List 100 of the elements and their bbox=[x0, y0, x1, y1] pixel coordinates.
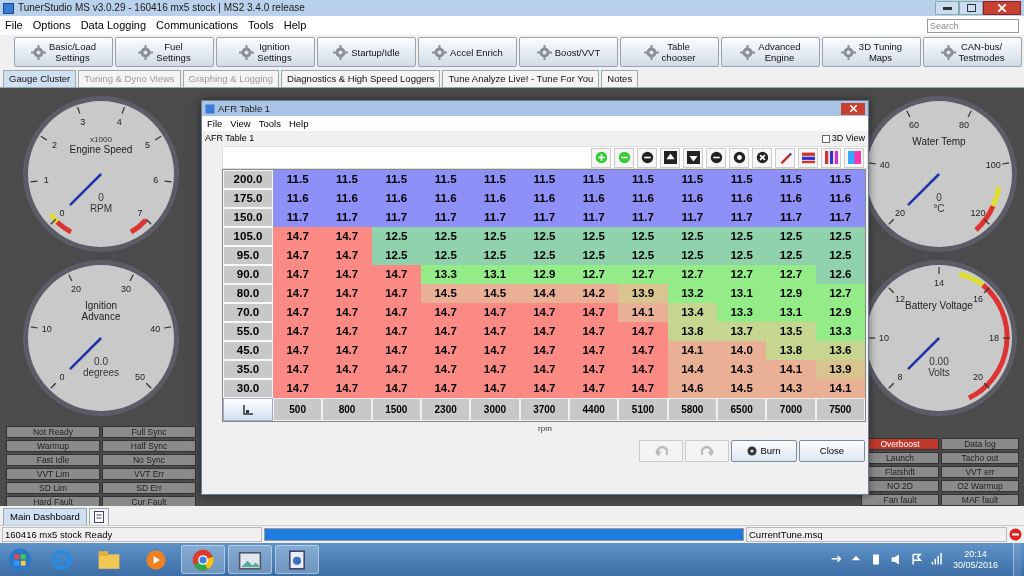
table-cell[interactable]: 11.7 bbox=[667, 208, 717, 227]
table-cell[interactable]: 14.7 bbox=[569, 303, 619, 322]
toolbar-button[interactable] bbox=[729, 147, 749, 168]
table-cell[interactable]: 11.6 bbox=[371, 189, 421, 208]
toolbar-button[interactable]: Ignition Settings bbox=[216, 37, 315, 67]
table-cell[interactable]: 14.7 bbox=[273, 341, 323, 360]
table-cell[interactable]: 11.7 bbox=[569, 208, 619, 227]
toolbar-button[interactable] bbox=[683, 147, 703, 168]
table-cell[interactable]: 12.9 bbox=[815, 303, 865, 322]
table-cell[interactable]: 14.3 bbox=[766, 379, 816, 398]
table-cell[interactable]: 11.5 bbox=[815, 170, 865, 189]
table-cell[interactable]: 14.4 bbox=[667, 360, 717, 379]
table-cell[interactable]: 13.4 bbox=[667, 303, 717, 322]
table-cell[interactable]: 13.3 bbox=[717, 303, 767, 322]
menu-item[interactable]: Communications bbox=[156, 20, 239, 31]
table-cell[interactable]: 14.7 bbox=[273, 284, 323, 303]
table-cell[interactable]: 14.5 bbox=[717, 379, 767, 398]
table-cell[interactable]: 11.7 bbox=[766, 208, 816, 227]
maximize-button[interactable] bbox=[959, 1, 983, 15]
table-cell[interactable]: 14.7 bbox=[470, 379, 520, 398]
table-cell[interactable]: 14.7 bbox=[322, 360, 372, 379]
table-cell[interactable]: 11.7 bbox=[519, 208, 569, 227]
toolbar-button[interactable] bbox=[637, 147, 657, 168]
table-cell[interactable]: 14.7 bbox=[618, 341, 668, 360]
table-cell[interactable]: 14.7 bbox=[569, 341, 619, 360]
table-cell[interactable]: 14.7 bbox=[519, 322, 569, 341]
table-cell[interactable]: 11.6 bbox=[519, 189, 569, 208]
table-cell[interactable]: 14.7 bbox=[421, 341, 471, 360]
menu-item[interactable]: File bbox=[5, 20, 23, 31]
table-cell[interactable]: 14.1 bbox=[667, 341, 717, 360]
table-cell[interactable]: 14.7 bbox=[371, 322, 421, 341]
table-cell[interactable]: 14.7 bbox=[322, 322, 372, 341]
table-cell[interactable]: 13.7 bbox=[717, 322, 767, 341]
table-cell[interactable]: 11.5 bbox=[717, 170, 767, 189]
table-cell[interactable]: 14.7 bbox=[519, 360, 569, 379]
table-cell[interactable]: 14.5 bbox=[470, 284, 520, 303]
table-cell[interactable]: 12.5 bbox=[470, 246, 520, 265]
table-cell[interactable]: 13.3 bbox=[421, 265, 471, 284]
table-cell[interactable]: 12.7 bbox=[815, 284, 865, 303]
menu-item[interactable]: File bbox=[207, 118, 223, 129]
table-cell[interactable]: 14.7 bbox=[322, 379, 372, 398]
tab[interactable]: Diagnostics & High Speed Loggers bbox=[281, 70, 441, 87]
table-cell[interactable]: 13.1 bbox=[470, 265, 520, 284]
menu-item[interactable]: Tools bbox=[258, 118, 281, 129]
table-cell[interactable]: 14.7 bbox=[273, 379, 323, 398]
toolbar-button[interactable] bbox=[706, 147, 726, 168]
view-3d-checkbox[interactable]: 3D View bbox=[821, 134, 865, 143]
table-cell[interactable]: 12.5 bbox=[421, 227, 471, 246]
table-cell[interactable]: 12.5 bbox=[667, 227, 717, 246]
table-cell[interactable]: 14.1 bbox=[618, 303, 668, 322]
tab[interactable]: Tune Analyze Live! - Tune For You bbox=[442, 70, 600, 87]
table-cell[interactable]: 12.7 bbox=[618, 265, 668, 284]
table-cell[interactable]: 14.7 bbox=[371, 379, 421, 398]
table-cell[interactable]: 12.5 bbox=[667, 246, 717, 265]
table-cell[interactable]: 13.2 bbox=[667, 284, 717, 303]
table-cell[interactable]: 11.5 bbox=[569, 170, 619, 189]
table-cell[interactable]: 11.6 bbox=[273, 189, 323, 208]
table-cell[interactable]: 12.9 bbox=[766, 284, 816, 303]
table-cell[interactable]: 12.5 bbox=[569, 246, 619, 265]
table-cell[interactable]: 11.6 bbox=[717, 189, 767, 208]
toolbar-button[interactable]: Table chooser bbox=[620, 37, 719, 67]
table-cell[interactable]: 11.7 bbox=[322, 208, 372, 227]
search-field[interactable]: Search bbox=[927, 18, 1019, 33]
table-cell[interactable]: 14.7 bbox=[618, 360, 668, 379]
table-cell[interactable]: 12.5 bbox=[519, 246, 569, 265]
menu-item[interactable]: Options bbox=[32, 20, 71, 31]
corner-button[interactable] bbox=[223, 398, 273, 421]
table-cell[interactable]: 14.7 bbox=[470, 322, 520, 341]
table-cell[interactable]: 13.1 bbox=[766, 303, 816, 322]
toolbar-button[interactable]: Boost/VVT bbox=[519, 37, 618, 67]
close-button[interactable] bbox=[983, 1, 1021, 15]
table-cell[interactable]: 11.7 bbox=[618, 208, 668, 227]
table-cell[interactable]: 14.7 bbox=[322, 246, 372, 265]
toolbar-button[interactable]: Accel Enrich bbox=[418, 37, 517, 67]
table-cell[interactable]: 12.7 bbox=[569, 265, 619, 284]
table-cell[interactable]: 11.5 bbox=[273, 170, 323, 189]
table-cell[interactable]: 11.6 bbox=[470, 189, 520, 208]
table-cell[interactable]: 12.5 bbox=[569, 227, 619, 246]
table-cell[interactable]: 12.5 bbox=[815, 227, 865, 246]
table-cell[interactable]: 14.7 bbox=[273, 322, 323, 341]
tab[interactable]: Gauge Cluster bbox=[3, 70, 77, 87]
table-cell[interactable]: 14.6 bbox=[667, 379, 717, 398]
table-cell[interactable]: 11.7 bbox=[717, 208, 767, 227]
table-cell[interactable]: 12.5 bbox=[766, 227, 816, 246]
table-cell[interactable]: 11.7 bbox=[273, 208, 323, 227]
new-tab-button[interactable] bbox=[88, 508, 109, 525]
table-cell[interactable]: 14.7 bbox=[371, 360, 421, 379]
table-cell[interactable]: 11.7 bbox=[421, 208, 471, 227]
table-cell[interactable]: 14.7 bbox=[470, 360, 520, 379]
table-cell[interactable]: 14.7 bbox=[569, 379, 619, 398]
table-cell[interactable]: 14.7 bbox=[273, 265, 323, 284]
table-cell[interactable]: 13.8 bbox=[766, 341, 816, 360]
table-cell[interactable]: 14.7 bbox=[322, 341, 372, 360]
toolbar-button[interactable] bbox=[752, 147, 772, 168]
table-cell[interactable]: 14.1 bbox=[815, 379, 865, 398]
table-cell[interactable]: 13.8 bbox=[667, 322, 717, 341]
table-cell[interactable]: 14.0 bbox=[717, 341, 767, 360]
table-cell[interactable]: 12.5 bbox=[717, 227, 767, 246]
toolbar-button[interactable] bbox=[798, 147, 818, 168]
table-cell[interactable]: 11.7 bbox=[815, 208, 865, 227]
